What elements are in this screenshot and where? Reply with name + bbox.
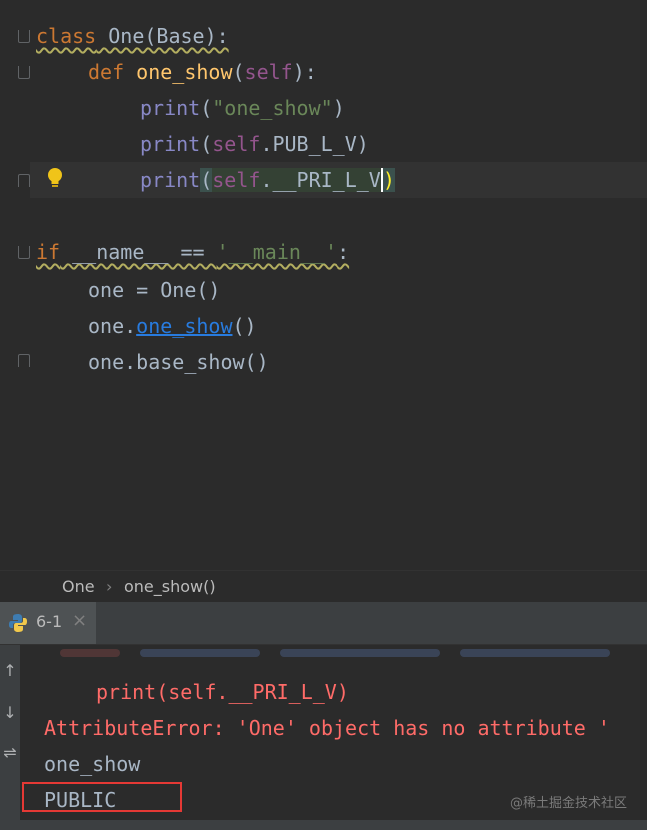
keyword: class [36, 24, 97, 48]
output-error-line: AttributeError: 'One' object has no attr… [44, 716, 610, 740]
breadcrumb-item-method[interactable]: one_show() [124, 577, 216, 596]
paren: ( [200, 132, 213, 156]
statement: one = One() [88, 278, 221, 302]
keyword: if [36, 240, 61, 264]
keyword: def [88, 60, 125, 84]
method-link[interactable]: one_show [136, 314, 232, 338]
matched-paren: ( [200, 168, 213, 192]
self-param: self [244, 60, 293, 84]
matched-paren: ) [380, 168, 395, 192]
scroll-up-icon[interactable]: ↑ [2, 661, 18, 680]
class-declaration: One(Base): [96, 24, 229, 48]
paren: ): [292, 60, 317, 84]
builtin: print [140, 96, 201, 120]
code-line-4: print(self.PUB_L_V) [140, 126, 369, 162]
soft-wrap-icon[interactable]: ⇌ [2, 743, 18, 762]
run-tab[interactable]: 6-1 × [0, 602, 96, 644]
code-line-1: class One(Base): [36, 18, 229, 54]
builtin: print [140, 168, 201, 192]
code-line-9: one.one_show() [88, 308, 257, 344]
breadcrumb-item-class[interactable]: One [62, 577, 95, 596]
annotation-box [22, 782, 182, 812]
paren: ) [332, 96, 345, 120]
lightbulb-icon[interactable] [46, 166, 64, 190]
paren: ( [200, 96, 213, 120]
code-line-3: print("one_show") [140, 90, 345, 126]
run-toolbar: ↑ ↓ ⇌ [0, 645, 20, 830]
statement: one.base_show() [88, 350, 269, 374]
fold-end-marker-icon[interactable] [18, 354, 30, 367]
string-literal: "one_show" [212, 96, 333, 120]
breadcrumb: One › one_show() [0, 570, 647, 603]
fold-marker-icon[interactable] [18, 66, 30, 79]
expression: __name__ == [60, 240, 217, 264]
self-ref: self [212, 132, 261, 156]
status-bar [0, 820, 647, 830]
watermark: @稀土掘金技术社区 [509, 796, 627, 811]
code-line-10: one.base_show() [88, 344, 269, 380]
output-line: print(self.__PRI_L_V) [96, 680, 349, 704]
colon: : [337, 240, 350, 264]
paren: ( [232, 60, 245, 84]
fold-marker-icon[interactable] [18, 246, 30, 259]
output-line: one_show [44, 752, 141, 776]
code-line-2: def one_show(self): [88, 54, 317, 90]
call-parens: () [232, 314, 257, 338]
fold-marker-icon[interactable] [18, 30, 30, 43]
self-ref: self [212, 168, 261, 192]
fold-end-marker-icon[interactable] [18, 174, 30, 187]
code-line-7: if __name__ == '__main__': [36, 234, 349, 270]
code-line-5: print(self.__PRI_L_V) [140, 162, 395, 198]
breadcrumb-separator: › [106, 577, 113, 596]
run-tab-bar: 6-1 × [0, 602, 647, 645]
attribute: .PUB_L_V) [260, 132, 369, 156]
run-tab-label: 6-1 [36, 612, 63, 631]
object-ref: one. [88, 314, 137, 338]
run-panel: 6-1 × ↑ ↓ ⇌ print(self.__PRI_L_V) Attrib… [0, 602, 647, 830]
close-icon[interactable]: × [72, 610, 87, 631]
code-line-8: one = One() [88, 272, 220, 308]
blurred-output [60, 645, 647, 667]
string-literal: '__main__' [216, 240, 338, 264]
scroll-down-icon[interactable]: ↓ [2, 703, 18, 722]
editor-gutter [0, 0, 30, 570]
function-name: one_show [136, 60, 233, 84]
builtin: print [140, 132, 201, 156]
attribute: .__PRI_L_V [260, 168, 381, 192]
python-icon [9, 614, 27, 632]
code-editor[interactable]: class One(Base): def one_show(self): pri… [0, 0, 647, 570]
